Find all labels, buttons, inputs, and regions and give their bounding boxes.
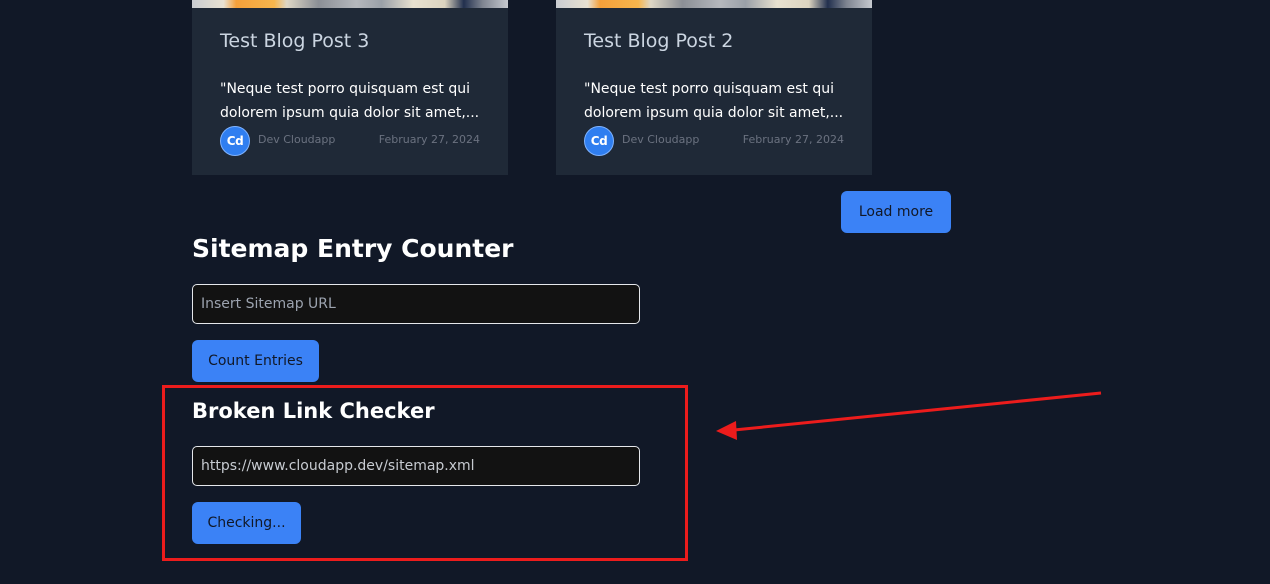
blog-card-title[interactable]: Test Blog Post 3 (220, 30, 369, 52)
checking-button[interactable]: Checking... (192, 502, 301, 544)
blog-card-excerpt: "Neque test porro quisquam est qui dolor… (584, 81, 844, 121)
author-name: Dev Cloudapp (622, 133, 700, 146)
blog-card-title[interactable]: Test Blog Post 2 (584, 30, 733, 52)
author-avatar: Cd (220, 126, 250, 156)
broken-link-checker-title: Broken Link Checker (192, 399, 435, 423)
blog-card[interactable]: Test Blog Post 3 "Neque test porro quisq… (192, 0, 508, 175)
blog-card-excerpt: "Neque test porro quisquam est qui dolor… (220, 81, 480, 121)
load-more-button[interactable]: Load more (841, 191, 951, 233)
post-date: February 27, 2024 (378, 133, 480, 146)
blog-card-image[interactable] (192, 0, 508, 8)
sitemap-counter-title: Sitemap Entry Counter (192, 234, 514, 263)
sitemap-url-input[interactable] (192, 284, 640, 324)
author-name: Dev Cloudapp (258, 133, 336, 146)
broken-link-url-input[interactable] (192, 446, 640, 486)
post-date: February 27, 2024 (742, 133, 844, 146)
author-avatar: Cd (584, 126, 614, 156)
blog-card[interactable]: Test Blog Post 2 "Neque test porro quisq… (556, 0, 872, 175)
count-entries-button[interactable]: Count Entries (192, 340, 319, 382)
blog-card-image[interactable] (556, 0, 872, 8)
